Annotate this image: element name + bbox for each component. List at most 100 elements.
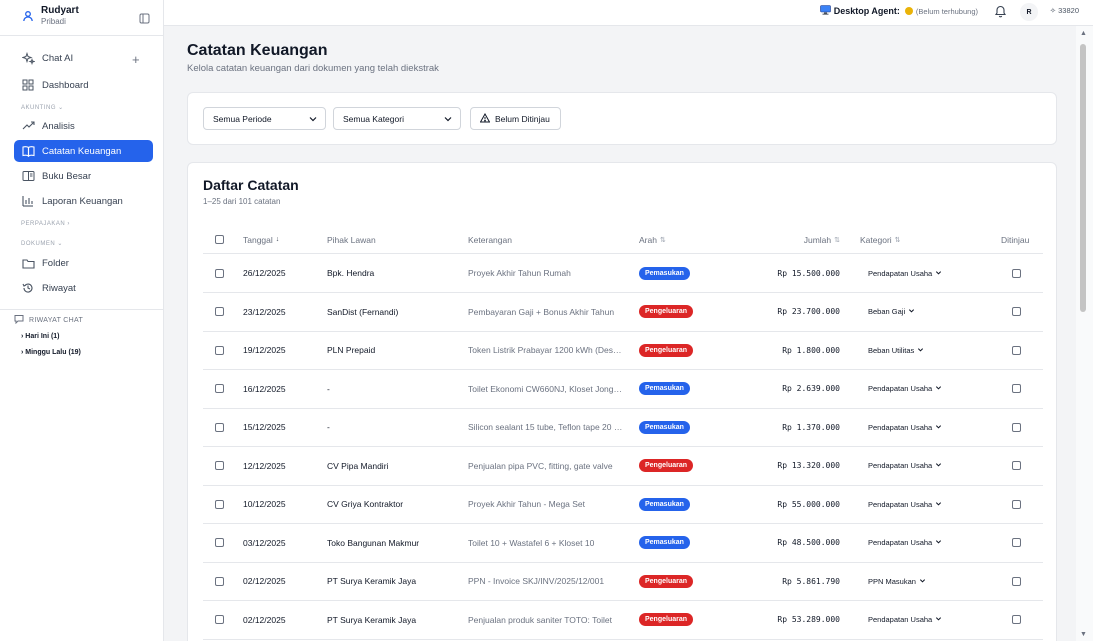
scroll-down-arrow-icon[interactable]: ▼	[1080, 631, 1087, 638]
category-dropdown-value: Pendapatan Usaha	[868, 538, 933, 547]
row-select-checkbox[interactable]	[215, 615, 224, 624]
table-row[interactable]: 23/12/2025 SanDist (Fernandi) Pembayaran G…	[203, 293, 1043, 332]
row-select-checkbox[interactable]	[215, 268, 224, 278]
scrollbar-thumb[interactable]	[1080, 44, 1086, 312]
desktop-agent-status[interactable]: Desktop Agent: (Belum terhubung)	[819, 5, 978, 17]
table-row[interactable]: 15/12/2025 - Silicon sealant 15 tube, Tefl…	[203, 408, 1043, 447]
reviewed-checkbox[interactable]	[1012, 422, 1021, 432]
table-row[interactable]: 10/12/2025 CV Griya Kontraktor Proyek Akhi…	[203, 485, 1043, 524]
category-dropdown[interactable]: Pendapatan Usaha	[868, 524, 942, 562]
table-row[interactable]: 19/12/2025 PLN Prepaid Token Listrik Praba…	[203, 331, 1043, 370]
row-select-checkbox[interactable]	[215, 538, 224, 547]
ledger-icon	[22, 170, 36, 182]
period-select[interactable]: Semua Periode	[203, 107, 326, 130]
sidebar-item-analisis[interactable]: Analisis	[14, 115, 153, 137]
column-header-kategori[interactable]: Kategori ⇅	[860, 226, 901, 253]
row-select-checkbox[interactable]	[215, 461, 224, 470]
scrollbar[interactable]: ▲ ▼	[1076, 26, 1093, 641]
category-dropdown[interactable]: Pendapatan Usaha	[868, 447, 942, 485]
cell-date-text: 26/12/2025	[243, 268, 286, 278]
reviewed-checkbox[interactable]	[1012, 345, 1021, 355]
cell-amount: Rp 15.500.000	[723, 254, 840, 292]
reviewed-checkbox[interactable]	[1012, 538, 1021, 547]
column-header-jumlah[interactable]: Jumlah ⇅	[723, 226, 840, 253]
section-dokumen[interactable]: DOKUMEN ⌄	[21, 240, 63, 247]
category-dropdown[interactable]: Beban Utilitas	[868, 331, 924, 369]
row-select-checkbox[interactable]	[215, 422, 224, 432]
row-checkbox-cell	[215, 331, 224, 369]
table-row[interactable]: 16/12/2025 - Toilet Ekonomi CW660NJ, Klose…	[203, 370, 1043, 409]
cell-amount-text: Rp 13.320.000	[777, 461, 840, 470]
category-dropdown[interactable]: Beban Gaji	[868, 293, 915, 331]
new-chat-plus-icon[interactable]: +	[132, 52, 140, 67]
row-select-checkbox[interactable]	[215, 345, 224, 355]
cell-amount: Rp 55.000.000	[723, 485, 840, 523]
row-select-checkbox[interactable]	[215, 576, 224, 586]
section-label: DOKUMEN	[21, 241, 56, 247]
column-header-arah[interactable]: Arah ⇅	[639, 226, 666, 253]
section-perpajakan[interactable]: PERPAJAKAN ›	[21, 221, 70, 227]
cell-date-text: 02/12/2025	[243, 576, 286, 586]
sidebar-item-buku-besar[interactable]: Buku Besar	[14, 165, 153, 187]
column-header-tanggal[interactable]: Tanggal ↓	[243, 226, 279, 253]
direction-badge: Pemasukan	[639, 536, 690, 549]
credit-balance[interactable]: ✧ 33820	[1050, 6, 1079, 15]
sidebar-item-catatan-keuangan[interactable]: Catatan Keuangan	[14, 140, 153, 162]
chat-history-group-last-week[interactable]: › Minggu Lalu (19)	[21, 349, 81, 356]
table-row[interactable]: 12/12/2025 CV Pipa Mandiri Penjualan pipa …	[203, 447, 1043, 486]
scroll-up-arrow-icon[interactable]: ▲	[1080, 30, 1087, 37]
category-dropdown-value: Pendapatan Usaha	[868, 384, 933, 393]
category-select[interactable]: Semua Kategori	[333, 107, 461, 130]
cell-amount-text: Rp 55.000.000	[777, 499, 840, 509]
cell-party: CV Griya Kontraktor	[327, 485, 403, 523]
cell-party: PLN Prepaid	[327, 331, 375, 369]
table-row[interactable]: 02/12/2025 PT Surya Keramik Jaya PPN - Inv…	[203, 562, 1043, 601]
row-checkbox-cell	[215, 370, 224, 408]
reviewed-checkbox[interactable]	[1012, 307, 1021, 316]
cell-party: -	[327, 370, 330, 408]
sidebar-toggle-icon[interactable]	[139, 11, 150, 29]
category-dropdown[interactable]: Pendapatan Usaha	[868, 485, 942, 523]
section-akunting[interactable]: AKUNTING ⌄	[21, 104, 64, 111]
section-label: PERPAJAKAN	[21, 221, 66, 227]
row-select-checkbox[interactable]	[215, 499, 224, 509]
select-all-checkbox[interactable]	[215, 235, 224, 244]
cell-description: Penjualan produk saniter TOTO: Toilet	[468, 601, 623, 639]
sidebar-item-riwayat[interactable]: Riwayat	[14, 277, 153, 299]
category-dropdown[interactable]: PPN Masukan	[868, 562, 926, 600]
column-header-label: Keterangan	[468, 234, 512, 245]
reviewed-checkbox[interactable]	[1012, 384, 1021, 393]
sidebar-item-label: Riwayat	[42, 282, 76, 294]
chat-history-group-today[interactable]: › Hari Ini (1)	[21, 333, 60, 340]
sidebar-item-laporan-keuangan[interactable]: Laporan Keuangan	[14, 190, 153, 212]
avatar[interactable]: R	[1020, 3, 1038, 21]
cell-party-text: PLN Prepaid	[327, 345, 376, 355]
cell-direction: Pemasukan	[639, 408, 690, 446]
category-dropdown[interactable]: Pendapatan Usaha	[868, 601, 942, 639]
cell-amount: Rp 13.320.000	[723, 447, 840, 485]
bell-icon[interactable]	[994, 4, 1007, 23]
cell-description: Pembayaran Gaji + Bonus Akhir Tahun	[468, 293, 623, 331]
reviewed-checkbox[interactable]	[1012, 268, 1021, 278]
sidebar-item-dashboard[interactable]: Dashboard	[14, 74, 153, 96]
chevron-down-icon	[935, 615, 942, 624]
table-row[interactable]: 02/12/2025 PT Surya Keramik Jaya Penjualan…	[203, 601, 1043, 640]
sort-icon: ⇅	[894, 236, 901, 244]
chevron-down-icon	[917, 346, 924, 355]
topbar: Desktop Agent: (Belum terhubung) R ✧ 338…	[164, 0, 1093, 26]
reviewed-checkbox[interactable]	[1012, 461, 1021, 470]
sidebar-item-folder[interactable]: Folder	[14, 252, 153, 274]
not-reviewed-filter-button[interactable]: Belum Ditinjau	[470, 107, 561, 130]
category-dropdown[interactable]: Pendapatan Usaha	[868, 254, 942, 292]
reviewed-checkbox[interactable]	[1012, 576, 1021, 586]
row-select-checkbox[interactable]	[215, 384, 224, 393]
category-dropdown[interactable]: Pendapatan Usaha	[868, 370, 942, 408]
category-dropdown[interactable]: Pendapatan Usaha	[868, 408, 942, 446]
user-profile[interactable]: Rudyart Pribadi	[0, 0, 163, 36]
row-select-checkbox[interactable]	[215, 307, 224, 316]
table-row[interactable]: 03/12/2025 Toko Bangunan Makmur Toilet 10 …	[203, 524, 1043, 563]
cell-date: 10/12/2025	[243, 485, 286, 523]
reviewed-checkbox[interactable]	[1012, 615, 1021, 624]
table-row[interactable]: 26/12/2025 Bpk. Hendra Proyek Akhir Tahun …	[203, 254, 1043, 293]
reviewed-checkbox[interactable]	[1012, 499, 1021, 509]
